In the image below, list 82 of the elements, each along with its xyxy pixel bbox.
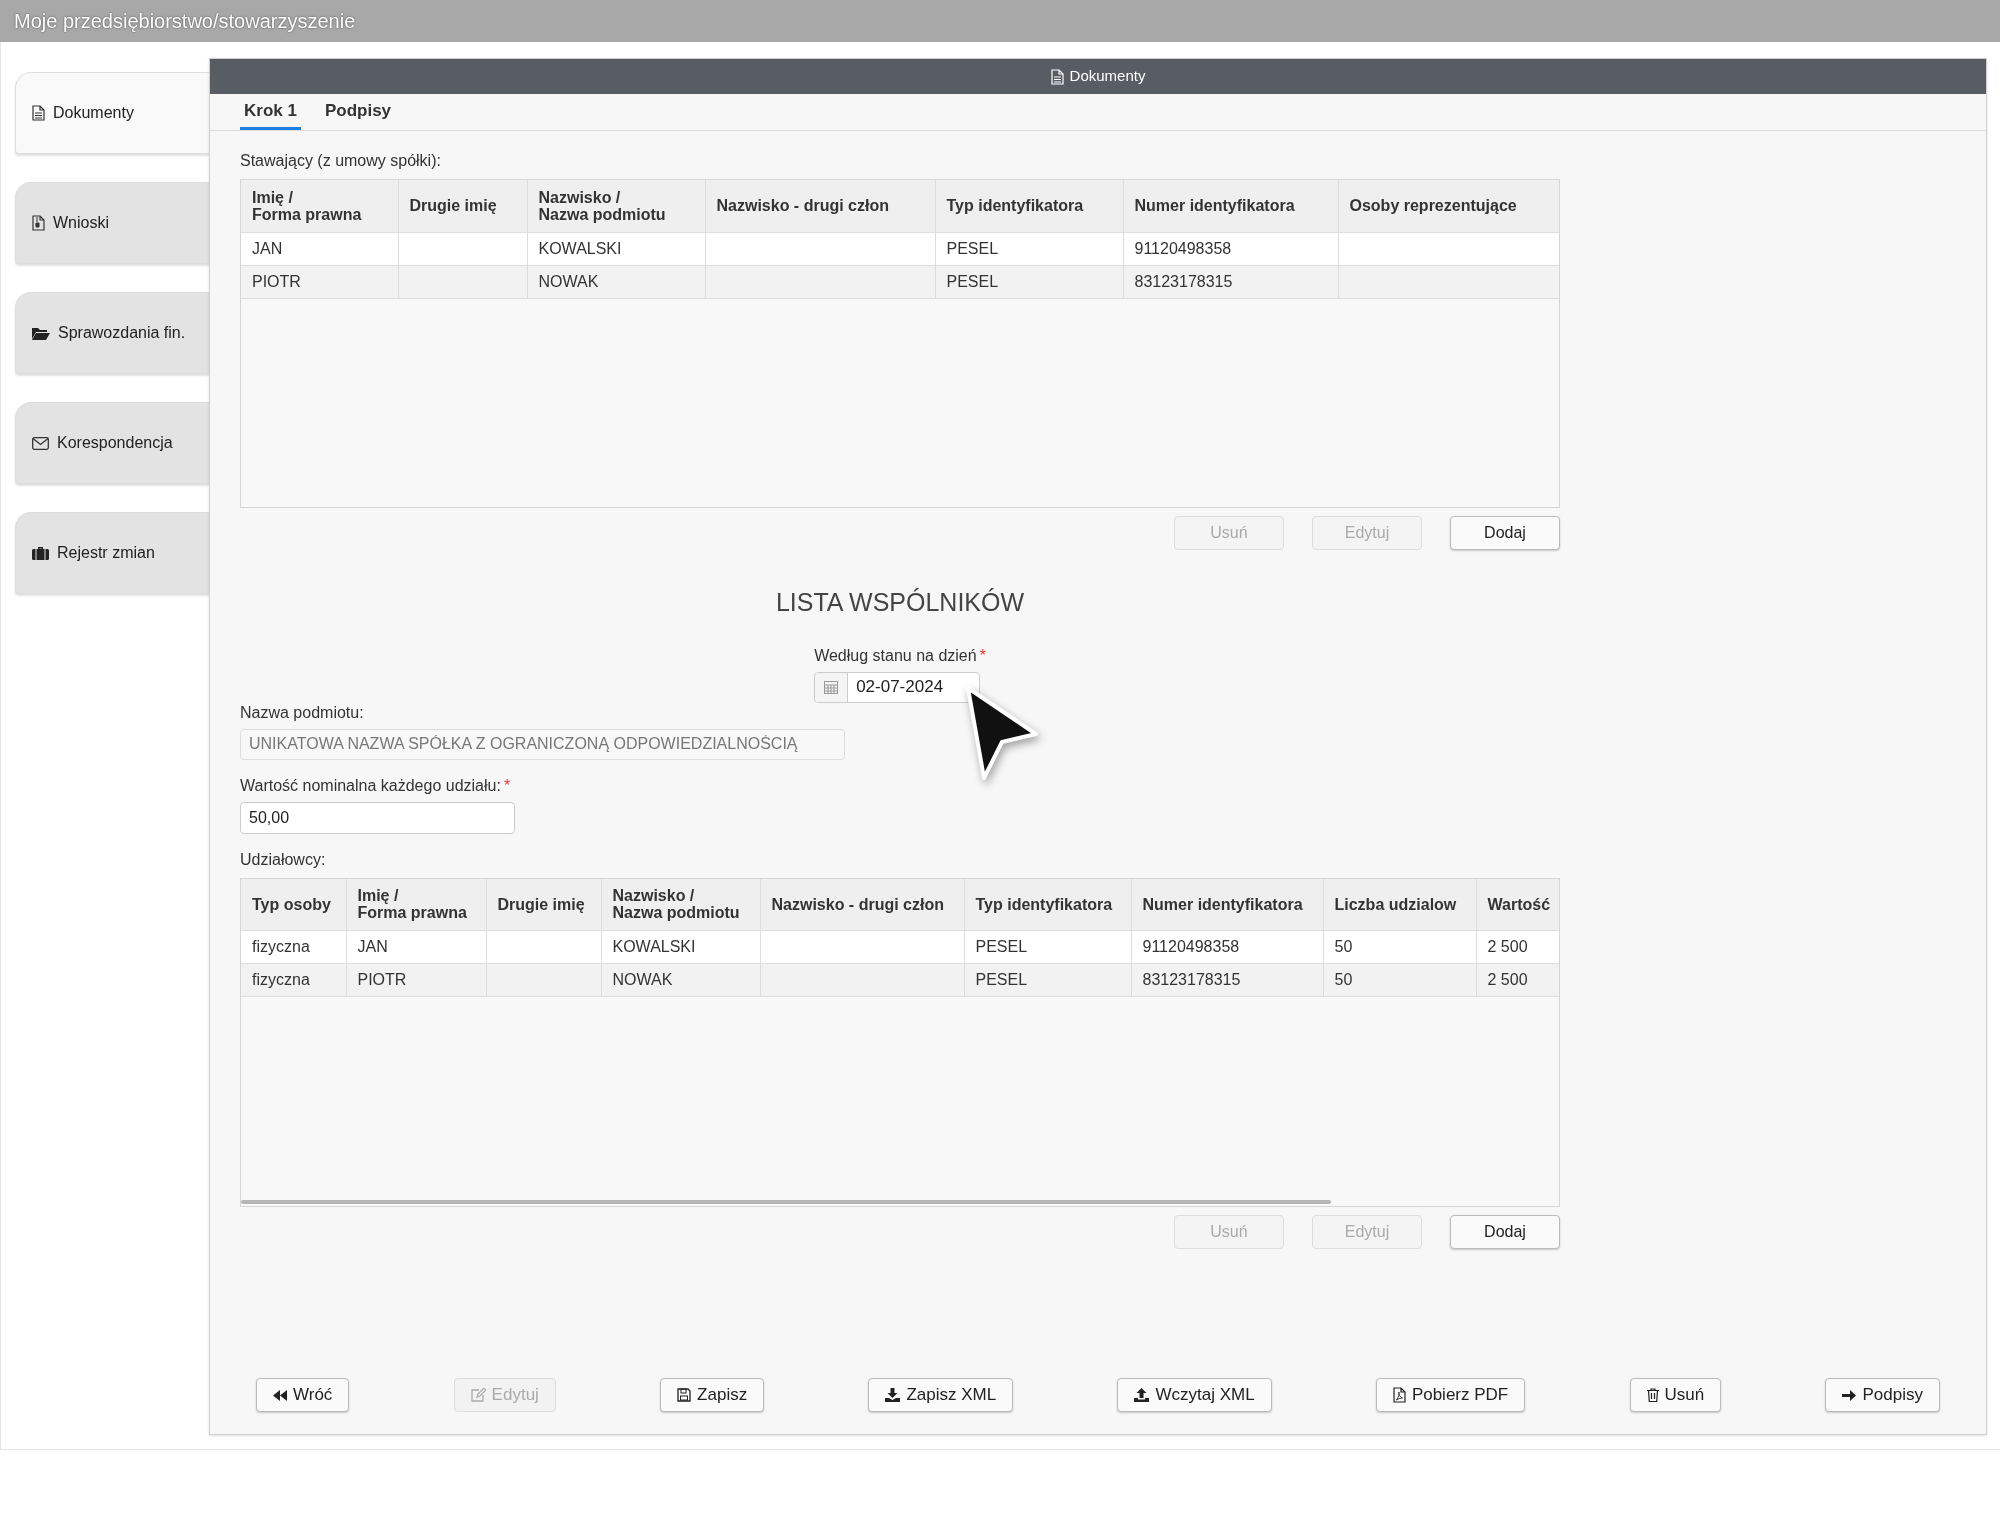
- column-header: Numer identyfikatora: [1123, 180, 1338, 232]
- document-icon: [32, 105, 45, 121]
- footer-button[interactable]: Usuń: [1629, 1378, 1722, 1412]
- column-header: Imię / Forma prawna: [346, 878, 486, 931]
- table-cell: 83123178315: [1134, 272, 1233, 290]
- table-cell: PESEL: [946, 239, 999, 257]
- table-cell: NOWAK: [612, 971, 673, 988]
- rewind-icon: [273, 1389, 287, 1401]
- arrow-right-icon: [1842, 1388, 1857, 1402]
- sidebar-item[interactable]: Sprawozdania fin.: [15, 292, 209, 374]
- column-header: Liczba udzialow: [1323, 878, 1476, 931]
- column-header: Osoby reprezentujące: [1338, 180, 1559, 232]
- app-title: Moje przedsiębiorstwo/stowarzyszenie: [14, 9, 356, 34]
- column-header: Imię / Forma prawna: [241, 180, 398, 232]
- required-mark: *: [979, 646, 986, 664]
- folder-icon: [32, 326, 50, 340]
- scrollbar[interactable]: [241, 1199, 1331, 1204]
- envelope-icon: [32, 436, 49, 450]
- footer-button[interactable]: Zapisz: [660, 1378, 765, 1412]
- briefcase-icon: [32, 546, 49, 560]
- table-cell: JAN: [357, 938, 388, 955]
- table-cell: fizyczna: [252, 971, 310, 988]
- footer-button[interactable]: Zapisz XML: [868, 1378, 1014, 1412]
- pdf-file-icon: [1392, 1387, 1406, 1403]
- section-label: Stawający (z umowy spółki):: [240, 151, 442, 171]
- column-header: Drugie imię: [398, 180, 527, 232]
- table-cell: NOWAK: [538, 272, 599, 290]
- zip-file-icon: [32, 215, 45, 231]
- section-label: Udziałowcy:: [240, 849, 327, 870]
- sidebar-item[interactable]: Dokumenty: [15, 72, 209, 154]
- column-header: Wartość: [1476, 878, 1559, 931]
- date-field[interactable]: 02-07-2024: [814, 671, 981, 703]
- footer-button[interactable]: Podpisy: [1825, 1378, 1940, 1412]
- nominal-value-field[interactable]: 50,00: [240, 801, 515, 834]
- column-header: Drugie imię: [486, 878, 601, 931]
- required-mark: *: [503, 776, 511, 794]
- table-cell: KOWALSKI: [538, 239, 622, 257]
- table-cell: 83123178315: [1142, 971, 1241, 988]
- panel-title: Dokumenty: [1069, 66, 1146, 87]
- table-cell: PESEL: [975, 971, 1028, 988]
- table-cell: 2 500: [1487, 971, 1528, 988]
- field-label: Nazwa podmiotu:: [240, 702, 365, 723]
- column-header: Nazwisko / Nazwa podmiotu: [527, 180, 705, 232]
- sidebar-item[interactable]: Rejestr zmian: [15, 512, 209, 594]
- edit-icon: [470, 1388, 486, 1402]
- table-cell: KOWALSKI: [612, 938, 696, 955]
- tab[interactable]: Podpisy: [320, 94, 396, 130]
- table-cell: 2 500: [1487, 938, 1528, 955]
- save-icon: [677, 1388, 692, 1402]
- field-label: Według stanu na dzień *: [814, 645, 986, 666]
- action-button[interactable]: Dodaj: [1450, 516, 1560, 550]
- column-header: Nazwisko / Nazwa podmiotu: [601, 878, 760, 931]
- upload-icon: [1134, 1388, 1150, 1402]
- download-icon: [885, 1388, 901, 1402]
- footer-button[interactable]: Pobierz PDF: [1375, 1378, 1526, 1412]
- column-header: Typ identyfikatora: [935, 180, 1123, 232]
- sidebar-item[interactable]: Wnioski: [15, 182, 209, 264]
- sidebar-item[interactable]: Korespondencja: [15, 402, 209, 484]
- table-cell: PESEL: [975, 938, 1028, 955]
- tab[interactable]: Krok 1: [240, 94, 301, 130]
- footer-button[interactable]: Wczytaj XML: [1117, 1378, 1272, 1412]
- table-cell: PESEL: [946, 272, 999, 290]
- action-button[interactable]: Dodaj: [1450, 1214, 1560, 1249]
- column-header: Numer identyfikatora: [1131, 878, 1323, 931]
- column-header: Typ osoby: [241, 878, 346, 931]
- field-label: Wartość nominalna każdego udziału: *: [240, 775, 512, 796]
- column-header: Typ identyfikatora: [964, 878, 1131, 931]
- calendar-icon: [824, 680, 839, 694]
- table-cell: 50: [1334, 971, 1353, 988]
- section-title: LISTA WSPÓLNIKÓW: [775, 587, 1025, 618]
- column-header: Nazwisko - drugi człon: [760, 878, 964, 931]
- table-cell: fizyczna: [252, 938, 310, 955]
- table-cell: 91120498358: [1142, 938, 1240, 955]
- table-cell: PIOTR: [357, 971, 407, 988]
- trash-icon: [1646, 1388, 1659, 1402]
- column-header: Nazwisko - drugi człon: [705, 180, 935, 232]
- table-cell: 91120498358: [1134, 239, 1232, 257]
- document-icon: [1050, 68, 1064, 85]
- table-cell: 50: [1334, 938, 1353, 955]
- table-cell: PIOTR: [252, 272, 301, 290]
- footer-button[interactable]: Wróć: [256, 1378, 350, 1412]
- table-cell: JAN: [252, 239, 283, 257]
